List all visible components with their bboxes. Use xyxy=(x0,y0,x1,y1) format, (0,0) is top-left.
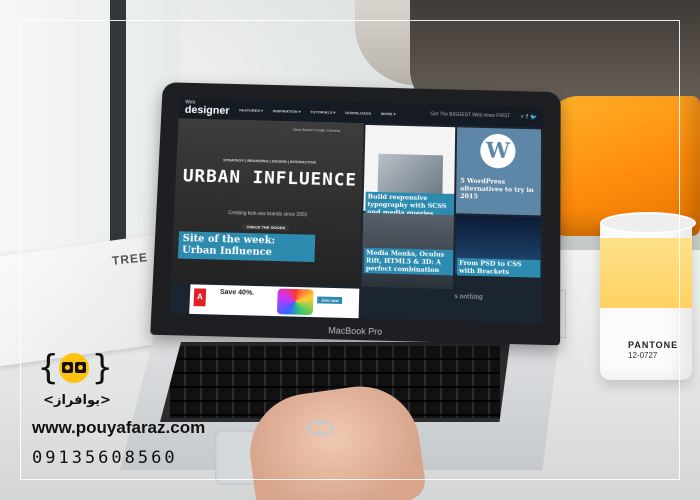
hero-panel: STRATEGY | BRANDING | DESIGN | INTERACTI… xyxy=(170,118,364,287)
ad-title: Save 40%. xyxy=(219,289,255,297)
mug-band xyxy=(600,238,692,308)
nav-item-inspiration: INSPIRATION ▾ xyxy=(272,107,301,114)
ring xyxy=(306,420,334,436)
laptop-lid: Web designer FEATURES ▾ INSPIRATION ▾ TU… xyxy=(150,82,561,346)
ad-swirl-image xyxy=(276,288,314,316)
card-image xyxy=(377,153,444,194)
pouyafaraz-logo-icon: { } xyxy=(38,348,110,388)
mug-brand: PANTONE xyxy=(628,340,679,350)
mug-rim xyxy=(600,212,696,234)
ad-button: Join now xyxy=(317,296,343,305)
site-tagline: Get The BIGGEST Web news FIRST xyxy=(430,111,511,120)
card-caption: 5 WordPress alternatives to try in 2015 xyxy=(460,176,534,201)
hero-title: URBAN INFLUENCE xyxy=(182,165,358,191)
site-logo: Web designer xyxy=(184,100,230,117)
svg-text:}: } xyxy=(92,348,110,388)
hero-button: CHECK THE GOODS xyxy=(242,223,290,232)
site-logo-text: designer xyxy=(184,104,230,117)
hero-caption: Site of the week: Urban Influence xyxy=(177,231,316,263)
photo-scene: TREE Web designer FEATURES ▾ INSPIRATION… xyxy=(0,0,700,500)
card-caption: From PSD to CSS with Brackets xyxy=(456,257,541,278)
article-card: W 5 WordPress alternatives to try in 201… xyxy=(455,127,542,216)
nav-item-downloads: DOWNLOADS xyxy=(345,109,372,116)
wordpress-icon: W xyxy=(480,133,516,169)
brand-url[interactable]: www.pouyafaraz.com xyxy=(32,418,205,438)
screen-bottom-text: s nothing xyxy=(454,293,483,301)
brand-phone: 09135608560 xyxy=(32,448,178,468)
nav-item-more: MORE ▾ xyxy=(380,110,396,116)
mug-code: 12-0727 xyxy=(628,351,658,360)
article-card: From PSD to CSS with Brackets xyxy=(455,215,541,278)
nav-item-tutorials: TUTORIALS ▾ xyxy=(310,108,336,115)
hero-subtitle: STRATEGY | BRANDING | DESIGN | INTERACTI… xyxy=(223,157,317,165)
card-caption: Media Monks, Oculus Rift, HTML5 & 3D: A … xyxy=(363,247,454,276)
nav-item-features: FEATURES ▾ xyxy=(239,107,264,113)
article-card: Build responsive typography with SCSS an… xyxy=(363,124,456,219)
brand-name-persian: <یوافراز> xyxy=(43,393,111,408)
hero-tagline: Creating kick-ass brands since 2001 xyxy=(227,210,308,219)
laptop-screen: Web designer FEATURES ▾ INSPIRATION ▾ TU… xyxy=(169,97,544,324)
adobe-logo-icon: A xyxy=(193,288,207,307)
svg-text:{: { xyxy=(38,348,58,388)
article-card: Media Monks, Oculus Rift, HTML5 & 3D: A … xyxy=(361,212,454,290)
social-icons: ⚡ f 🐦 xyxy=(520,113,538,121)
adobe-ad-banner: A Save 40%. Join now xyxy=(189,284,360,319)
